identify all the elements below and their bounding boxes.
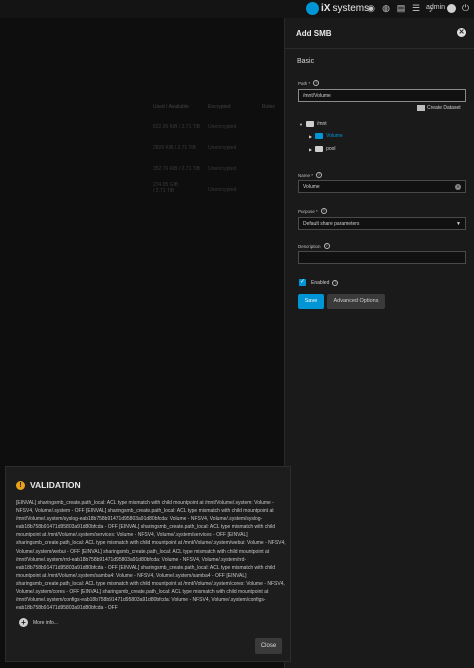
path-input[interactable]: /mnt/Volume [298, 89, 466, 102]
divider [285, 48, 474, 49]
description-label: Description [298, 243, 321, 249]
create-dataset-label: Create Dataset [427, 105, 461, 111]
enabled-checkbox[interactable]: ✓ [299, 279, 306, 286]
bg-row-enc: Unencrypted [208, 145, 237, 151]
close-panel-icon[interactable]: ✕ [457, 28, 466, 37]
validation-dialog: ! VALIDATION [EINVAL] sharingsmb_create.… [5, 466, 291, 662]
help-icon[interactable]: ? [320, 208, 327, 214]
bg-row-enc: Unencrypted [208, 124, 237, 130]
folder-plus-icon [417, 105, 425, 111]
purpose-select[interactable]: Default share parameters ▼ [298, 217, 466, 230]
description-label-row: Description ? [298, 243, 330, 249]
bg-row-usage: 352.76 KiB / 2.71 TiB [153, 166, 200, 172]
bg-header-encrypted: Encrypted [208, 104, 231, 110]
bg-row-usage: 822.96 KiB / 2.71 TiB [153, 124, 200, 130]
brand-prefix: iX [321, 3, 331, 14]
tree-root-label: /mnt [316, 121, 327, 127]
folder-icon [315, 133, 324, 139]
enabled-label-row: Enabled ? [311, 280, 339, 286]
bg-row-enc: Unencrypted [208, 166, 237, 172]
add-circle-icon[interactable]: + [19, 618, 28, 627]
name-input[interactable]: Volume ✕ [298, 180, 466, 193]
chevron-down-icon: ▼ [456, 221, 461, 227]
jobs-icon[interactable]: ☰ [411, 3, 421, 14]
clipboard-icon[interactable]: ▤ [396, 3, 406, 14]
add-smb-panel: Add SMB ✕ Basic Path * ? /mnt/Volume Cre… [284, 18, 474, 668]
account-icon[interactable] [447, 4, 456, 13]
close-button[interactable]: Close [255, 638, 282, 654]
create-dataset-button[interactable]: Create Dataset [417, 105, 461, 111]
tree-node-volume[interactable]: ▶ Volume [309, 133, 343, 139]
enabled-label: Enabled [311, 280, 330, 286]
bg-header-used: Used / Available [153, 104, 189, 110]
panel-title: Add SMB [296, 29, 332, 38]
bg-row-enc: Unencrypted [208, 187, 237, 193]
dialog-header: ! VALIDATION [16, 480, 81, 490]
path-label-row: Path * ? [298, 80, 320, 86]
bg-row-usage: 274.95 GiB / 2.71 TiB [153, 182, 179, 194]
purpose-value: Default share parameters [303, 221, 360, 227]
path-label: Path * [298, 80, 311, 86]
dialog-title: VALIDATION [30, 480, 81, 490]
advanced-options-button[interactable]: Advanced Options [327, 294, 385, 309]
purpose-label: Purpose * [298, 208, 318, 214]
admin-username[interactable]: admin [426, 4, 445, 11]
power-icon[interactable]: ⏻ [462, 3, 469, 14]
more-info-toggle[interactable]: + More info... [19, 618, 58, 627]
bg-row-usage: 2826 KiB / 2.71 TiB [153, 145, 196, 151]
help-icon[interactable]: ? [323, 243, 330, 249]
description-input[interactable] [298, 251, 466, 264]
tree-node-root[interactable]: ▼ /mnt [299, 121, 327, 127]
expand-arrow-icon[interactable]: ▼ [299, 122, 303, 127]
bg-header-roles: Roles [262, 104, 275, 110]
tree-volume-label: Volume [326, 133, 343, 139]
more-info-label: More info... [33, 619, 59, 626]
name-label-row: Name * ? [298, 172, 323, 178]
top-bar: iX systems ◉ ◍ ▤ ☰ ♪ admin ⏻ [0, 0, 474, 18]
help-icon[interactable]: ? [316, 172, 323, 178]
brand-logo[interactable]: iX systems [306, 2, 369, 15]
help-icon[interactable]: ? [313, 80, 320, 86]
expand-arrow-icon[interactable]: ▶ [309, 134, 312, 139]
name-value: Volume [303, 184, 320, 190]
brand-name: systems [332, 3, 370, 14]
help-icon[interactable]: ? [332, 280, 339, 286]
ix-logo-icon [306, 2, 319, 15]
expand-arrow-icon[interactable]: ▶ [309, 147, 312, 152]
tree-pool-label: pool [326, 146, 336, 152]
warning-icon: ! [16, 480, 25, 490]
folder-icon [315, 146, 324, 152]
truecommand-icon[interactable]: ◉ [366, 3, 376, 14]
purpose-label-row: Purpose * ? [298, 208, 327, 214]
directory-services-icon[interactable]: ◍ [381, 3, 391, 14]
name-label: Name * [298, 172, 314, 178]
dialog-message: [EINVAL] sharingsmb_create.path_local: A… [16, 500, 286, 612]
tree-node-pool[interactable]: ▶ pool [309, 146, 336, 152]
section-basic: Basic [297, 58, 315, 65]
save-button[interactable]: Save [298, 294, 324, 309]
folder-icon [305, 121, 314, 127]
clear-icon[interactable]: ✕ [455, 184, 461, 190]
